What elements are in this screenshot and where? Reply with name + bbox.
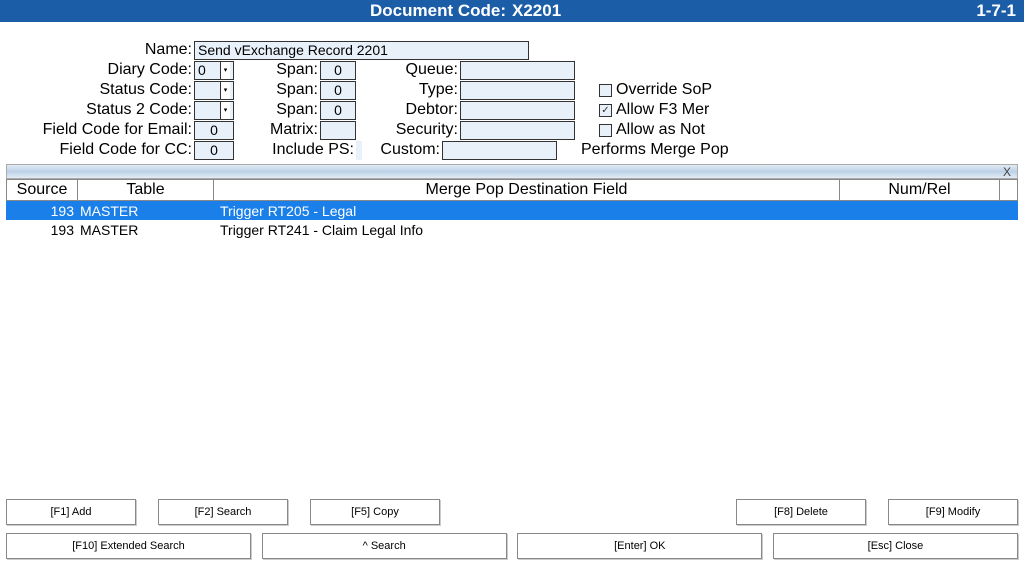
name-label: Name:: [6, 41, 194, 59]
col-source[interactable]: Source: [6, 179, 78, 201]
table-row[interactable]: 193MASTERTrigger RT205 - Legal: [6, 201, 1018, 220]
cell-dest: Trigger RT205 - Legal: [214, 203, 858, 219]
status-code-input[interactable]: ▾: [194, 81, 234, 100]
span1-input[interactable]: 0: [320, 61, 356, 80]
modify-button[interactable]: [F9] Modify: [888, 499, 1018, 525]
queue-input[interactable]: [460, 61, 575, 80]
type-label: Type:: [380, 81, 460, 99]
cell-source: 193: [6, 222, 78, 238]
col-num[interactable]: Num/Rel: [840, 179, 1000, 201]
security-label: Security:: [380, 121, 460, 139]
cell-dest: Trigger RT241 - Claim Legal Info: [214, 222, 858, 238]
fc-email-input[interactable]: 0: [194, 121, 234, 140]
span2-label: Span:: [258, 81, 320, 99]
copy-button[interactable]: [F5] Copy: [310, 499, 440, 525]
close-icon[interactable]: X: [1003, 165, 1011, 179]
fc-email-label: Field Code for Email:: [6, 121, 194, 139]
scrollbar-spacer: [1000, 179, 1018, 201]
close-button[interactable]: [Esc] Close: [773, 533, 1018, 559]
span3-input[interactable]: 0: [320, 101, 356, 120]
override-sop-checkbox[interactable]: Override SoP: [599, 81, 746, 99]
title-bar: Document Code: X2201 1-7-1: [0, 0, 1024, 22]
span3-label: Span:: [258, 101, 320, 119]
status2-code-input[interactable]: ▾: [194, 101, 234, 120]
debtor-label: Debtor:: [380, 101, 460, 119]
span2-input[interactable]: 0: [320, 81, 356, 100]
col-dest[interactable]: Merge Pop Destination Field: [214, 179, 840, 201]
col-table[interactable]: Table: [78, 179, 214, 201]
doc-code-label: Document Code:: [370, 1, 506, 21]
doc-code-value: X2201: [512, 1, 742, 21]
type-input[interactable]: [460, 81, 575, 100]
span1-label: Span:: [258, 61, 320, 79]
search-button[interactable]: [F2] Search: [158, 499, 288, 525]
checkbox-checked-icon: ✓: [599, 104, 612, 117]
delete-button[interactable]: [F8] Delete: [736, 499, 866, 525]
status2-code-label: Status 2 Code:: [6, 101, 194, 119]
cell-table: MASTER: [78, 203, 214, 219]
separator-bar: X: [6, 164, 1018, 179]
cell-source: 193: [6, 203, 78, 219]
top-right-code: 1-7-1: [976, 1, 1016, 21]
chevron-down-icon[interactable]: ▾: [220, 102, 230, 119]
debtor-input[interactable]: [460, 101, 575, 120]
table-body: 193MASTERTrigger RT205 - Legal193MASTERT…: [6, 201, 1018, 471]
fc-cc-label: Field Code for CC:: [6, 141, 194, 159]
chevron-down-icon[interactable]: ▾: [220, 82, 230, 99]
diary-code-input[interactable]: 0▾: [194, 61, 234, 80]
security-input[interactable]: [460, 121, 575, 140]
allow-as-not-checkbox[interactable]: Allow as Not: [599, 121, 746, 139]
custom-input[interactable]: [442, 141, 557, 160]
form-panel: Name: Send vExchange Record 2201 Diary C…: [0, 22, 1024, 162]
custom-label: Custom:: [362, 141, 442, 159]
status-code-label: Status Code:: [6, 81, 194, 99]
custom-text: Performs Merge Pop: [581, 141, 729, 159]
ok-button[interactable]: [Enter] OK: [517, 533, 762, 559]
table-header: Source Table Merge Pop Destination Field…: [6, 179, 1018, 201]
allow-f3-checkbox[interactable]: ✓Allow F3 Mer: [599, 101, 746, 119]
matrix-label: Matrix:: [258, 121, 320, 139]
name-input[interactable]: Send vExchange Record 2201: [194, 41, 529, 60]
extended-search-button[interactable]: [F10] Extended Search: [6, 533, 251, 559]
fc-cc-input[interactable]: 0: [194, 141, 234, 160]
cell-table: MASTER: [78, 222, 214, 238]
checkbox-icon: [599, 84, 612, 97]
diary-code-label: Diary Code:: [6, 61, 194, 79]
button-bars: [F1] Add [F2] Search [F5] Copy [F8] Dele…: [0, 499, 1024, 567]
checkbox-icon: [599, 124, 612, 137]
matrix-input[interactable]: [320, 121, 356, 140]
queue-label: Queue:: [380, 61, 460, 79]
include-ps-label: Include PS:: [258, 141, 356, 159]
add-button[interactable]: [F1] Add: [6, 499, 136, 525]
table-row[interactable]: 193MASTERTrigger RT241 - Claim Legal Inf…: [6, 220, 1018, 239]
chevron-down-icon[interactable]: ▾: [220, 62, 230, 79]
caret-search-button[interactable]: ^ Search: [262, 533, 507, 559]
